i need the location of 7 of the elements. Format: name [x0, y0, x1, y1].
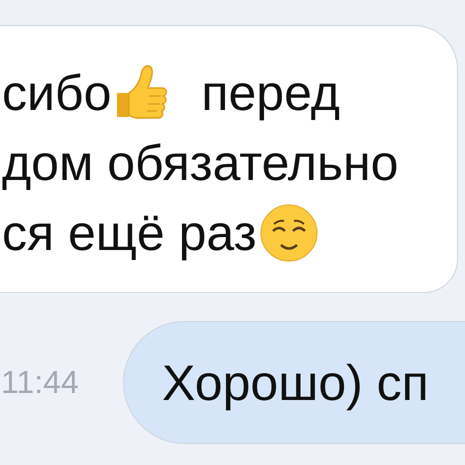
message-text: ся ещё раз	[2, 204, 257, 262]
message-text: дом обязательно	[2, 134, 398, 192]
message-text: Хорошо) сп	[162, 354, 429, 412]
message-text: сибо	[2, 64, 112, 122]
message-text: перед	[201, 64, 340, 122]
message-time: 11:44	[1, 364, 80, 401]
smiling-face-icon	[258, 203, 319, 263]
